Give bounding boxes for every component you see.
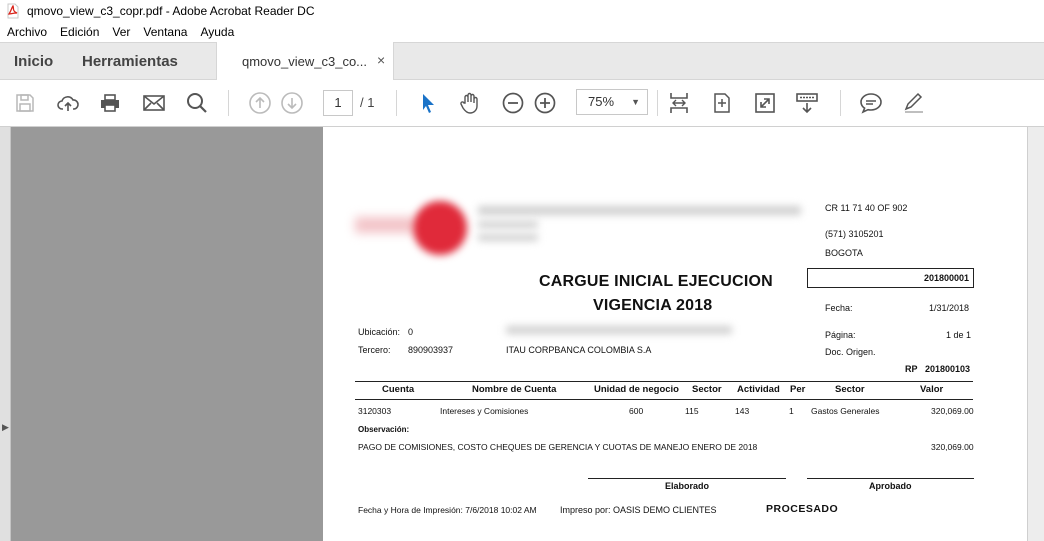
tab-bar: Inicio Herramientas qmovo_view_c3_co... … bbox=[0, 42, 1044, 80]
fecha-label: Fecha: bbox=[825, 303, 853, 313]
menu-edicion[interactable]: Edición bbox=[60, 25, 99, 39]
fecha-value: 1/31/2018 bbox=[929, 303, 970, 313]
tercero-label: Tercero: bbox=[358, 345, 391, 355]
ubicacion-label: Ubicación: bbox=[358, 327, 401, 337]
redacted-company-info bbox=[478, 234, 538, 241]
table-header-rule bbox=[355, 399, 973, 400]
menu-ayuda[interactable]: Ayuda bbox=[200, 25, 234, 39]
cell-per: 1 bbox=[789, 406, 794, 416]
company-logo bbox=[355, 201, 470, 255]
toolbar-separator bbox=[396, 90, 397, 116]
table-top-rule bbox=[355, 381, 973, 382]
col-sector: Sector bbox=[692, 384, 722, 395]
search-icon[interactable] bbox=[185, 91, 209, 115]
save-icon[interactable] bbox=[13, 91, 37, 115]
email-icon[interactable] bbox=[142, 91, 166, 115]
col-sector-2: Sector bbox=[835, 384, 865, 395]
window-title: qmovo_view_c3_copr.pdf - Adobe Acrobat R… bbox=[27, 4, 315, 18]
menu-ver[interactable]: Ver bbox=[112, 25, 130, 39]
printed-by: Impreso por: OASIS DEMO CLIENTES bbox=[560, 505, 717, 515]
document-viewer[interactable]: ▶ CR 11 71 40 OF 902 (571) 3105201 BOGOT… bbox=[0, 127, 1044, 541]
chevron-down-icon: ▼ bbox=[631, 97, 640, 107]
company-city: BOGOTA bbox=[825, 248, 863, 258]
pagina-label: Página: bbox=[825, 330, 856, 340]
col-actividad: Actividad bbox=[737, 384, 780, 395]
document-subtitle: VIGENCIA 2018 bbox=[593, 297, 713, 314]
rp-value: 201800103 bbox=[925, 364, 971, 374]
toolbar: 1 / 1 75% ▼ bbox=[0, 80, 1044, 127]
pdf-page: CR 11 71 40 OF 902 (571) 3105201 BOGOTA … bbox=[323, 127, 1027, 541]
rp-label: RP bbox=[905, 364, 918, 374]
zoom-select[interactable]: 75% ▼ bbox=[576, 89, 648, 115]
hand-icon[interactable] bbox=[458, 91, 482, 115]
tercero-name: ITAU CORPBANCA COLOMBIA S.A bbox=[506, 345, 652, 355]
redacted-company-name bbox=[478, 206, 801, 215]
zoom-out-icon[interactable] bbox=[501, 91, 525, 115]
tab-herramientas[interactable]: Herramientas bbox=[82, 53, 178, 70]
document-title: CARGUE INICIAL EJECUCION bbox=[539, 273, 773, 290]
company-address: CR 11 71 40 OF 902 bbox=[825, 203, 908, 213]
fit-page-icon[interactable] bbox=[667, 91, 691, 115]
ubicacion-value: 0 bbox=[408, 327, 414, 337]
observacion-label: Observación: bbox=[358, 425, 410, 434]
toolbar-separator bbox=[657, 90, 658, 116]
toolbar-separator bbox=[840, 90, 841, 116]
close-tab-icon[interactable]: × bbox=[377, 52, 385, 68]
page-down-icon[interactable] bbox=[280, 91, 304, 115]
select-pointer-icon[interactable] bbox=[416, 91, 440, 115]
sign-icon[interactable] bbox=[902, 91, 926, 115]
menu-archivo[interactable]: Archivo bbox=[7, 25, 47, 39]
signature-line-aprobado bbox=[807, 478, 974, 479]
fullscreen-icon[interactable] bbox=[753, 91, 777, 115]
company-phone: (571) 3105201 bbox=[825, 229, 884, 239]
cell-sector-2: Gastos Generales bbox=[811, 406, 880, 416]
aprobado-label: Aprobado bbox=[869, 481, 912, 491]
col-per: Per bbox=[790, 384, 806, 395]
zoom-value: 75% bbox=[588, 94, 615, 109]
cell-sector: 115 bbox=[685, 406, 699, 416]
print-icon[interactable] bbox=[98, 91, 122, 115]
zoom-in-icon[interactable] bbox=[533, 91, 557, 115]
read-mode-icon[interactable] bbox=[795, 91, 819, 115]
doc-origen-label: Doc. Origen. bbox=[825, 347, 876, 357]
print-datetime: Fecha y Hora de Impresión: 7/6/2018 10:0… bbox=[358, 505, 537, 515]
page-total-label: / 1 bbox=[360, 95, 375, 110]
right-pane bbox=[1027, 127, 1044, 541]
col-unidad-negocio: Unidad de negocio bbox=[594, 384, 679, 395]
cell-unidad: 600 bbox=[629, 406, 644, 416]
elaborado-label: Elaborado bbox=[665, 481, 710, 491]
expand-panel-icon: ▶ bbox=[2, 422, 9, 432]
redacted-company-info bbox=[478, 221, 538, 228]
signature-line-elaborado bbox=[588, 478, 786, 479]
toolbar-separator bbox=[228, 90, 229, 116]
rotate-icon[interactable] bbox=[710, 91, 734, 115]
cell-cuenta: 3120303 bbox=[358, 406, 392, 416]
cell-nombre: Intereses y Comisiones bbox=[440, 406, 529, 416]
comment-icon[interactable] bbox=[859, 91, 883, 115]
observacion-valor: 320,069.00 bbox=[931, 442, 974, 452]
document-tab-label: qmovo_view_c3_co... bbox=[242, 54, 368, 69]
menu-bar: Archivo Edición Ver Ventana Ayuda bbox=[0, 22, 1044, 42]
page-up-icon[interactable] bbox=[248, 91, 272, 115]
menu-ventana[interactable]: Ventana bbox=[143, 25, 187, 39]
col-nombre-cuenta: Nombre de Cuenta bbox=[472, 384, 557, 395]
document-number: 201800001 bbox=[924, 273, 970, 283]
cell-valor: 320,069.00 bbox=[931, 406, 974, 416]
tab-inicio[interactable]: Inicio bbox=[14, 53, 53, 70]
tab-document[interactable]: qmovo_view_c3_co... × bbox=[216, 42, 394, 80]
status-procesado: PROCESADO bbox=[766, 503, 839, 515]
acrobat-pdf-icon bbox=[5, 3, 21, 19]
cell-actividad: 143 bbox=[735, 406, 750, 416]
navigation-pane-toggle[interactable]: ▶ bbox=[0, 127, 11, 541]
observacion-text: PAGO DE COMISIONES, COSTO CHEQUES DE GER… bbox=[358, 442, 758, 452]
col-valor: Valor bbox=[920, 384, 944, 395]
col-cuenta: Cuenta bbox=[382, 384, 415, 395]
upload-icon[interactable] bbox=[56, 91, 80, 115]
pagina-value: 1 de 1 bbox=[946, 330, 972, 340]
window-titlebar: qmovo_view_c3_copr.pdf - Adobe Acrobat R… bbox=[0, 0, 1044, 22]
page-number-input[interactable]: 1 bbox=[323, 90, 353, 116]
redacted-location bbox=[506, 326, 732, 334]
tercero-nit: 890903937 bbox=[408, 345, 454, 355]
